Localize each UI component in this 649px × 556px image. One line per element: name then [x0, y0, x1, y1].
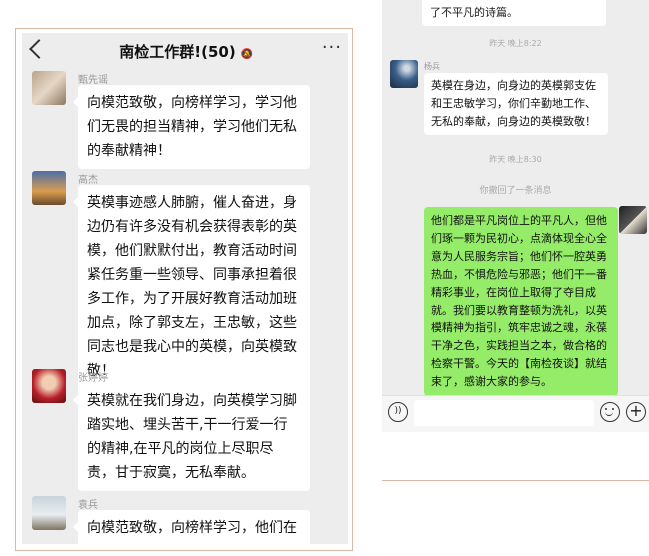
- avatar[interactable]: [32, 496, 66, 530]
- right-chat-screenshot: 了不平凡的诗篇。 昨天 晚上8:22 杨兵 英模在身边，向身边的英模郭支佐和王忠…: [382, 0, 649, 432]
- avatar[interactable]: [32, 71, 66, 105]
- message-bubble[interactable]: 了不平凡的诗篇。: [422, 0, 606, 26]
- sender-name: 张婷婷: [78, 373, 108, 384]
- sender-name: 杨兵: [424, 62, 440, 71]
- chat-header: 南检工作群!(50) 🔕 ···: [22, 33, 348, 71]
- message-bubble[interactable]: 英模事迹感人肺腑，催人奋进，身边仍有许多没有机会获得表彰的英模，他们默默付出，教…: [73, 185, 310, 389]
- message-bubble[interactable]: 向模范致敬，向榜样学习，他们在平凡的岗位做着平凡的工作，日十: [73, 510, 310, 544]
- timestamp: 昨天 晚上8:30: [489, 155, 542, 164]
- avatar[interactable]: [32, 171, 66, 205]
- recall-notice: 你撤回了一条消息: [479, 186, 552, 196]
- mute-icon: 🔕: [240, 49, 254, 60]
- sender-name: 高杰: [78, 175, 98, 186]
- voice-icon[interactable]: )): [388, 402, 408, 422]
- sender-name: 甄先谣: [78, 75, 108, 86]
- own-message-bubble[interactable]: 他们都是平凡岗位上的平凡人，但他们琢一颗为民初心，点滴体现全心全意为人民服务宗旨…: [424, 207, 618, 397]
- plus-icon[interactable]: +: [626, 402, 646, 422]
- emoji-icon[interactable]: [600, 402, 620, 422]
- avatar[interactable]: [619, 206, 647, 234]
- avatar[interactable]: [390, 60, 418, 88]
- message-bubble[interactable]: 向模范致敬，向榜样学习，学习他们无畏的担当精神，学习他们无私的奉献精神！: [73, 85, 310, 169]
- avatar[interactable]: [32, 369, 66, 403]
- message-bubble[interactable]: 英模在身边，向身边的英模郭支佐和王忠敏学习，你们辛勤地工作、无私的奉献，向身边的…: [424, 73, 608, 135]
- divider: [382, 480, 649, 481]
- sender-name: 袁兵: [78, 500, 98, 511]
- chat-window: 南检工作群!(50) 🔕 ··· 甄先谣 向模范致敬，向榜样学习，学习他们无畏的担…: [22, 33, 348, 544]
- message-bubble[interactable]: 英模就在我们身边，向英模学习脚踏实地、埋头苦干,干一行爱一行的精神,在平凡的岗位…: [73, 383, 310, 491]
- input-bar: )) +: [382, 395, 649, 432]
- chat-title: 南检工作群!(50) 🔕: [119, 43, 254, 61]
- timestamp: 昨天 晚上8:22: [489, 39, 542, 48]
- more-icon[interactable]: ···: [322, 37, 342, 58]
- message-input[interactable]: [414, 400, 594, 426]
- left-chat-screenshot: 南检工作群!(50) 🔕 ··· 甄先谣 向模范致敬，向榜样学习，学习他们无畏的担…: [15, 28, 353, 551]
